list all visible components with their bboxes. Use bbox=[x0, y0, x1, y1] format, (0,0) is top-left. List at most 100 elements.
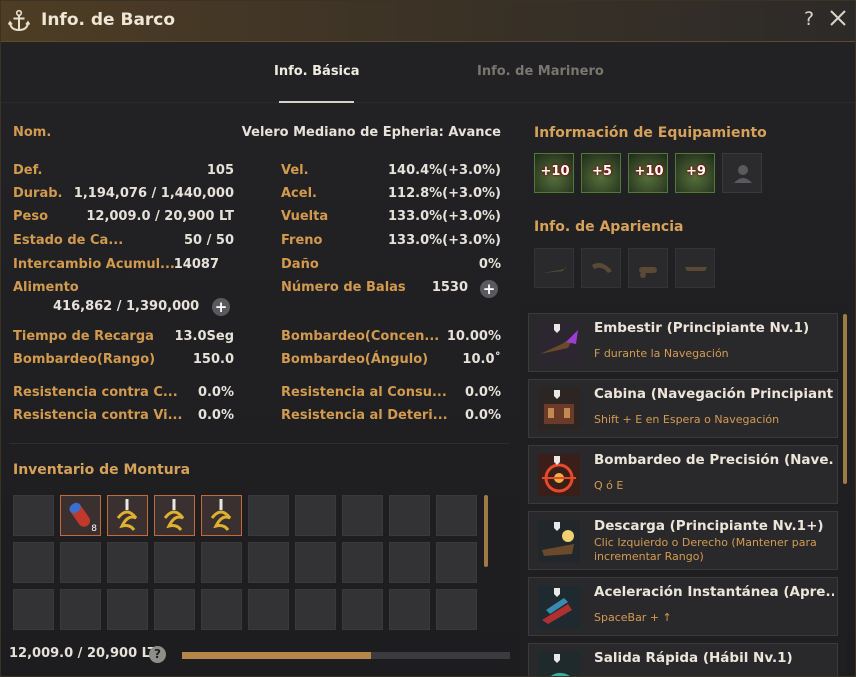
stat-label-resist-4: Resistencia al Deteri... bbox=[281, 408, 448, 423]
emblem-item-icon bbox=[163, 499, 185, 531]
inventory-scrollbar[interactable] bbox=[484, 495, 488, 567]
inventory-slot[interactable] bbox=[154, 589, 195, 630]
stat-value-cannon-focus: 10.00% bbox=[446, 329, 501, 344]
inventory-slot[interactable] bbox=[201, 589, 242, 630]
acceleration-skill-icon bbox=[538, 586, 580, 628]
appearance-slot-4[interactable] bbox=[675, 248, 715, 288]
tabs-divider bbox=[1, 102, 855, 103]
skill-item-precision[interactable]: Bombardeo de Precisión (Nave... Q ó E bbox=[528, 445, 838, 504]
add-cannonballs-button[interactable]: + bbox=[480, 280, 498, 298]
inventory-slot[interactable] bbox=[389, 542, 430, 583]
skill-key: Q ó E bbox=[594, 479, 624, 492]
appearance-slot-2[interactable] bbox=[581, 248, 621, 288]
inventory-slot[interactable] bbox=[295, 589, 336, 630]
inventory-slot[interactable] bbox=[342, 589, 383, 630]
inventory-slot[interactable] bbox=[107, 589, 148, 630]
stat-value-durability: 1,194,076 / 1,440,000 bbox=[73, 186, 234, 201]
cannonballs-value: 1530 bbox=[431, 280, 468, 295]
skill-item-acceleration[interactable]: Aceleración Instantánea (Apre... SpaceBa… bbox=[528, 577, 838, 636]
appearance-slot-3[interactable] bbox=[628, 248, 668, 288]
close-icon[interactable] bbox=[827, 7, 849, 29]
stat-label-cannon-angle: Bombardeo(Ángulo) bbox=[281, 352, 429, 367]
inventory-slot[interactable] bbox=[13, 542, 54, 583]
stat-label-def: Def. bbox=[13, 163, 43, 178]
bow-icon bbox=[543, 265, 567, 273]
inventory-slot[interactable] bbox=[248, 542, 289, 583]
stat-label-damage: Daño bbox=[281, 257, 319, 272]
inventory-slot[interactable] bbox=[295, 495, 336, 536]
ship-info-window: Info. de Barco ? Info. Básica Info. de M… bbox=[0, 0, 856, 677]
inventory-slot[interactable] bbox=[13, 589, 54, 630]
weight-bar bbox=[182, 652, 510, 659]
stat-value-resist-4: 0.0% bbox=[464, 408, 501, 423]
stat-label-cargo-state: Estado de Ca... bbox=[13, 233, 124, 248]
food-value: 416,862 / 1,390,000 bbox=[53, 299, 200, 314]
stat-label-turn: Vuelta bbox=[281, 209, 329, 224]
skill-item-cabin[interactable]: Cabina (Navegación Principiant... Shift … bbox=[528, 379, 838, 438]
inventory-item-emblem[interactable] bbox=[154, 495, 195, 536]
inventory-slot[interactable] bbox=[436, 495, 477, 536]
stat-label-durability: Durab. bbox=[13, 186, 63, 201]
stat-label-weight: Peso bbox=[13, 209, 49, 224]
stat-value-cannon-range: 150.0 bbox=[192, 352, 234, 367]
weight-help-icon[interactable]: ? bbox=[149, 646, 166, 663]
skill-item-ram[interactable]: Embestir (Principiante Nv.1) F durante l… bbox=[528, 313, 838, 372]
inventory-slot[interactable] bbox=[201, 542, 242, 583]
skills-scrollbar[interactable] bbox=[843, 314, 847, 484]
inventory-slot[interactable] bbox=[389, 589, 430, 630]
stat-value-reload: 13.0Seg bbox=[174, 329, 234, 344]
stat-value-cannon-angle: 10.0˚ bbox=[462, 352, 501, 367]
inventory-slot[interactable] bbox=[342, 495, 383, 536]
inventory-slot[interactable] bbox=[436, 542, 477, 583]
inventory-item-cannonball[interactable]: 8 bbox=[60, 495, 101, 536]
inventory-slot[interactable] bbox=[60, 542, 101, 583]
stat-value-def: 105 bbox=[206, 163, 234, 178]
inventory-slot[interactable] bbox=[248, 589, 289, 630]
flag-icon bbox=[685, 267, 707, 271]
tab-basic-info[interactable]: Info. Básica bbox=[274, 64, 360, 79]
help-button[interactable]: ? bbox=[804, 8, 814, 30]
appearance-slot-1[interactable] bbox=[534, 248, 574, 288]
emblem-item-icon bbox=[116, 499, 138, 531]
active-tab-indicator bbox=[279, 101, 354, 103]
equipment-level-1: +10 bbox=[540, 164, 570, 179]
inventory-item-emblem[interactable] bbox=[107, 495, 148, 536]
food-label: Alimento bbox=[13, 280, 79, 295]
inventory-slot[interactable] bbox=[389, 495, 430, 536]
skill-item-quick-departure[interactable]: Salida Rápida (Hábil Nv.1) bbox=[528, 643, 838, 676]
inventory-slot[interactable] bbox=[248, 495, 289, 536]
stat-label-speed: Vel. bbox=[281, 163, 309, 178]
equipment-slot-2[interactable]: +5 bbox=[581, 153, 621, 193]
inventory-slot[interactable] bbox=[60, 589, 101, 630]
equipment-slot-3[interactable]: +10 bbox=[628, 153, 668, 193]
equipment-slot-1[interactable]: +10 bbox=[534, 153, 574, 193]
inventory-slot[interactable] bbox=[154, 542, 195, 583]
stat-value-resist-2: 0.0% bbox=[197, 408, 234, 423]
inventory-slot[interactable] bbox=[436, 589, 477, 630]
tab-sailor-info[interactable]: Info. de Marinero bbox=[477, 64, 604, 79]
cannon-icon bbox=[639, 267, 657, 278]
cabin-skill-icon bbox=[538, 388, 580, 430]
title-bar[interactable]: Info. de Barco ? bbox=[1, 1, 855, 42]
skill-item-volley[interactable]: Descarga (Principiante Nv.1+) Clic Izqui… bbox=[528, 511, 838, 570]
skill-key: SpaceBar + ↑ bbox=[594, 611, 672, 624]
skills-panel: Embestir (Principiante Nv.1) F durante l… bbox=[520, 305, 847, 676]
name-label: Nom. bbox=[13, 125, 52, 140]
inventory-item-emblem[interactable] bbox=[201, 495, 242, 536]
skill-key: Shift + E en Espera o Navegación bbox=[594, 413, 780, 426]
inventory-title: Inventario de Montura bbox=[13, 462, 191, 478]
stat-value-damage: 0% bbox=[478, 257, 501, 272]
equipment-level-3: +10 bbox=[634, 164, 664, 179]
equipment-slot-sailor[interactable] bbox=[722, 153, 762, 193]
add-food-button[interactable]: + bbox=[212, 298, 230, 316]
equipment-slot-4[interactable]: +9 bbox=[675, 153, 715, 193]
stat-label-resist-2: Resistencia contra Vi... bbox=[13, 408, 183, 423]
inventory-slot[interactable] bbox=[107, 542, 148, 583]
ram-skill-icon bbox=[538, 322, 580, 364]
inventory-slot[interactable] bbox=[295, 542, 336, 583]
inventory-slot[interactable] bbox=[13, 495, 54, 536]
equipment-title: Información de Equipamiento bbox=[534, 125, 767, 141]
stat-value-resist-3: 0.0% bbox=[464, 385, 501, 400]
inventory-slot[interactable] bbox=[342, 542, 383, 583]
skill-key: Clic Izquierdo o Derecho (Mantener para … bbox=[594, 536, 817, 563]
